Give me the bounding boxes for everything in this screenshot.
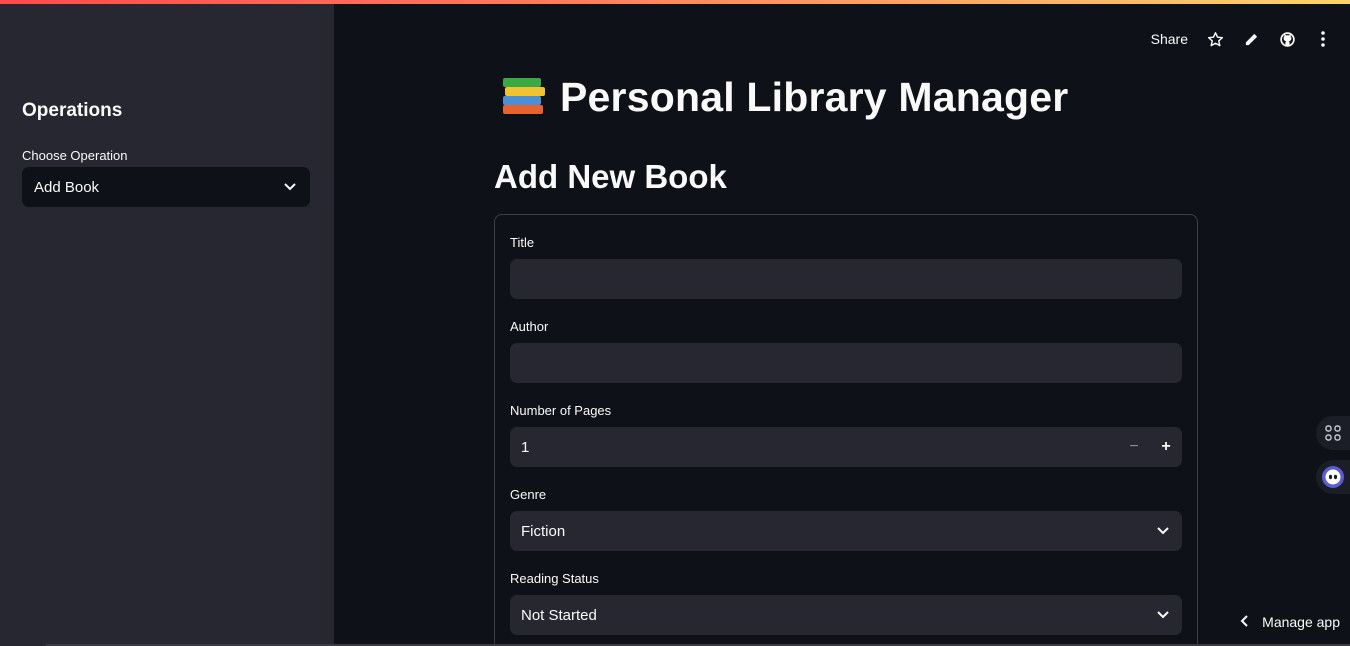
pages-input[interactable]: 1 [521,439,1118,456]
operation-select-label: Choose Operation [22,148,128,163]
genre-select[interactable]: Fiction [510,511,1182,551]
manage-app-button[interactable]: Manage app [1240,614,1340,630]
decrement-button[interactable]: − [1118,427,1150,467]
status-label: Reading Status [510,571,599,586]
pages-stepper: 1 − + [510,427,1182,467]
kebab-menu-icon[interactable] [1314,30,1332,48]
author-label: Author [510,319,549,334]
page-title: Personal Library Manager [560,74,1069,120]
chevron-down-icon [1155,523,1171,539]
status-select[interactable]: Not Started [510,595,1182,635]
chevron-down-icon [282,179,298,195]
author-field[interactable] [521,354,1171,372]
chevron-down-icon [1155,607,1171,623]
assistant-bot-icon[interactable] [1316,460,1350,494]
genre-select-value: Fiction [521,522,566,540]
title-field[interactable] [521,270,1171,288]
main-content: Share Personal Library Manager Add New B… [334,4,1350,646]
sidebar: Operations Choose Operation Add Book [0,4,334,646]
manage-app-label: Manage app [1262,614,1340,630]
pencil-icon[interactable] [1242,30,1260,48]
title-label: Title [510,235,535,250]
chevron-left-icon [1240,614,1248,630]
operation-select[interactable]: Add Book [22,167,310,207]
page-header: Personal Library Manager [500,74,1068,121]
star-icon[interactable] [1206,30,1224,48]
increment-button[interactable]: + [1150,427,1182,467]
sidebar-title: Operations [22,100,123,121]
section-title: Add New Book [494,158,727,195]
books-icon [500,76,546,120]
author-field-wrapper [510,343,1182,383]
genre-label: Genre [510,487,547,502]
share-button[interactable]: Share [1151,31,1188,47]
title-field-wrapper [510,259,1182,299]
add-book-form: Title Author Number of Pages 1 − + Genre… [494,214,1198,646]
github-icon[interactable] [1278,30,1296,48]
status-select-value: Not Started [521,606,597,624]
operation-select-value: Add Book [34,178,100,196]
pages-label: Number of Pages [510,403,612,418]
app-toolbar: Share [1151,26,1350,52]
grid-apps-icon[interactable] [1316,416,1350,450]
